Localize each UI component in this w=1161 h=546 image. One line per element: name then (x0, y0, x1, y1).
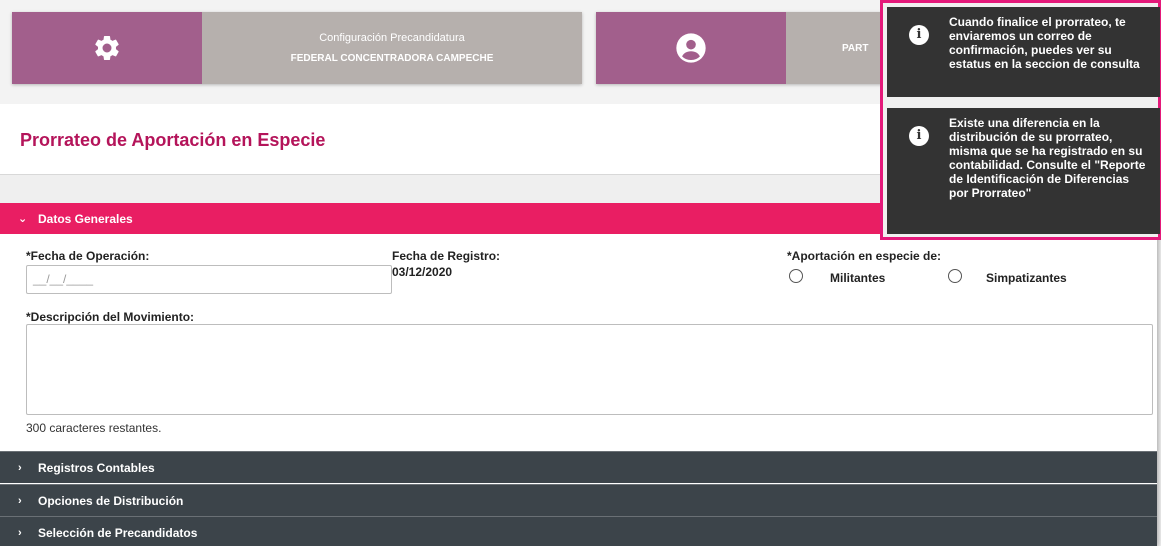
radio-militantes-label[interactable]: Militantes (830, 271, 885, 285)
radio-simpatizantes-label[interactable]: Simpatizantes (986, 271, 1067, 285)
toast-notification[interactable]: i Existe una diferencia en la distribuci… (887, 108, 1160, 234)
chevron-right-icon: › (18, 494, 22, 507)
chevron-down-icon: ⌄ (18, 213, 28, 225)
info-icon: i (909, 25, 929, 45)
fecha-registro-value: 03/12/2020 (392, 265, 453, 279)
toast-notification[interactable]: i Cuando finalice el prorrateo, te envia… (887, 7, 1160, 97)
config-card-text: Configuración Precandidatura FEDERAL CON… (202, 12, 582, 84)
fecha-operacion-placeholder: __/__/____ (33, 272, 94, 286)
section-label: Opciones de Distribución (38, 493, 184, 508)
party-card-icon-area (596, 12, 786, 84)
chars-remaining: 300 caracteres restantes. (26, 421, 162, 435)
config-card-icon-area (12, 12, 202, 84)
descripcion-textarea[interactable] (26, 324, 1153, 415)
notifications-panel: i Cuando finalice el prorrateo, te envia… (880, 0, 1161, 240)
gear-icon (95, 35, 119, 60)
fecha-operacion-input[interactable]: __/__/____ (26, 265, 392, 294)
section-opciones-distribucion[interactable]: › Opciones de Distribución (0, 484, 1157, 516)
info-icon: i (909, 126, 929, 146)
descripcion-label: *Descripción del Movimiento: (26, 310, 195, 324)
section-label: Selección de Precandidatos (38, 525, 198, 540)
chevron-right-icon: › (18, 461, 22, 474)
section-label: Datos Generales (38, 211, 133, 226)
radio-simpatizantes[interactable] (948, 269, 962, 283)
fecha-operacion-label: *Fecha de Operación: (26, 249, 150, 263)
radio-militantes[interactable] (789, 269, 803, 283)
config-card[interactable]: Configuración Precandidatura FEDERAL CON… (12, 12, 582, 84)
toast-message: Cuando finalice el prorrateo, te enviare… (949, 15, 1140, 71)
aportacion-label: *Aportación en especie de: (787, 249, 942, 263)
page-title: Prorrateo de Aportación en Especie (20, 130, 326, 150)
config-card-subtitle: Configuración Precandidatura (319, 32, 465, 44)
config-card-title: FEDERAL CONCENTRADORA CAMPECHE (290, 53, 494, 64)
section-label: Registros Contables (38, 460, 155, 475)
chevron-right-icon: › (18, 526, 22, 539)
section-seleccion-precandidatos[interactable]: › Selección de Precandidatos (0, 516, 1157, 546)
section-registros-contables[interactable]: › Registros Contables (0, 451, 1157, 483)
toast-message: Existe una diferencia en la distribución… (949, 116, 1146, 200)
user-circle-icon (676, 33, 706, 63)
party-card-title: PART (842, 42, 869, 54)
fecha-registro-label: Fecha de Registro: (392, 249, 501, 263)
